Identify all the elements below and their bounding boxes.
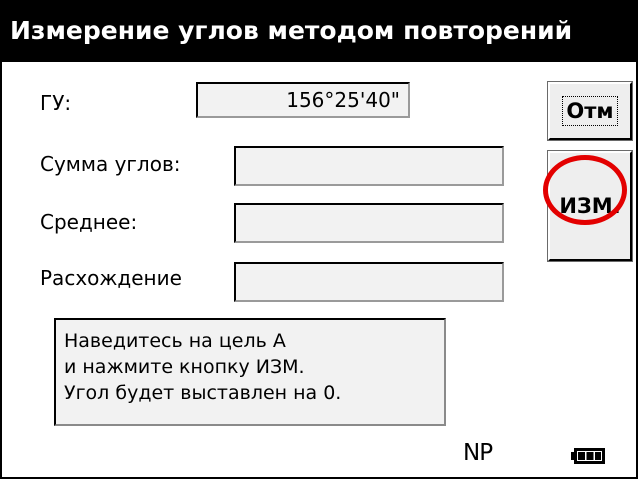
window-title: Измерение углов методом повторений [0, 0, 638, 62]
instruction-line-1: Наведитесь на цель А [64, 330, 286, 352]
average-field [234, 203, 504, 243]
angle-sum-label: Сумма углов: [40, 152, 181, 176]
instruction-line-2: и нажмите кнопку ИЗМ. [64, 356, 305, 378]
cancel-button-label: Отм [562, 96, 618, 126]
highlight-circle [543, 155, 627, 225]
angle-sum-field [234, 146, 504, 186]
discrepancy-field [234, 262, 504, 302]
instruction-box: Наведитесь на цель А и нажмите кнопку ИЗ… [54, 318, 446, 426]
blank-panel [446, 318, 542, 426]
average-label: Среднее: [40, 210, 138, 234]
hz-angle-field: 156°25'40" [196, 82, 410, 118]
cancel-button[interactable]: Отм [547, 81, 633, 141]
instruction-line-3: Угол будет выставлен на 0. [64, 382, 342, 404]
hz-angle-label: ГУ: [40, 91, 72, 115]
discrepancy-label: Расхождение [40, 266, 182, 290]
prism-mode-indicator: NP [463, 440, 493, 466]
battery-full-icon [571, 448, 605, 464]
